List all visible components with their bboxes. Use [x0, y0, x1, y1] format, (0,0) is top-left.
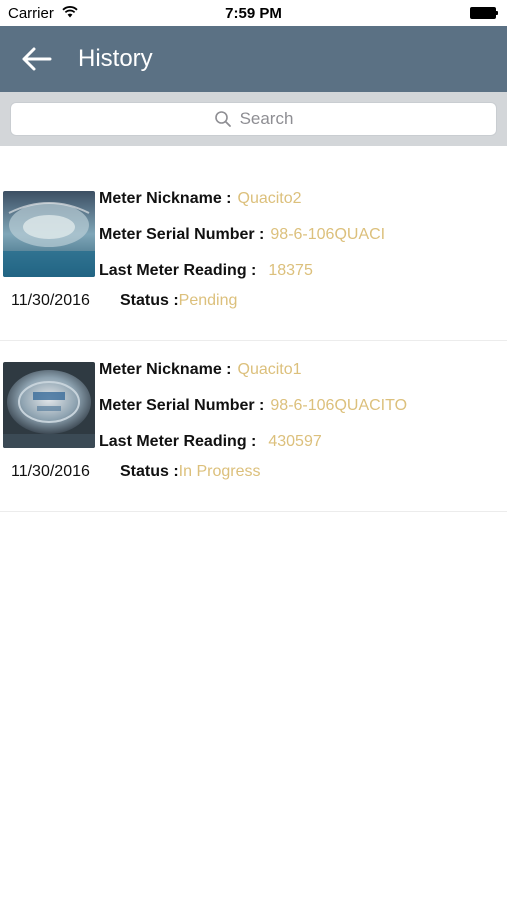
- status-label: Status :: [120, 292, 179, 309]
- reading-value: 430597: [268, 433, 322, 450]
- page-title: History: [78, 45, 153, 72]
- status-bar: Carrier 7:59 PM: [0, 0, 507, 26]
- list-item[interactable]: Meter Nickname : Quacito2 Meter Serial Nu…: [0, 170, 507, 341]
- nickname-label: Meter Nickname :: [99, 190, 232, 207]
- reading-label: Last Meter Reading :: [99, 262, 257, 279]
- nickname-value: Quacito1: [237, 361, 302, 378]
- status-badge: Pending: [178, 292, 238, 309]
- reading-line: Last Meter Reading : 18375: [99, 262, 313, 280]
- search-placeholder: Search: [239, 109, 294, 128]
- nickname-value: Quacito2: [237, 190, 302, 207]
- serial-label: Meter Serial Number :: [99, 226, 265, 243]
- meter-photo: [3, 191, 95, 277]
- serial-value: 98-6-106QUACITO: [270, 397, 408, 414]
- navigation-bar: History: [0, 26, 507, 92]
- history-list: Meter Nickname : Quacito2 Meter Serial Nu…: [0, 170, 507, 512]
- serial-line: Meter Serial Number : 98-6-106QUACI: [99, 226, 385, 244]
- battery-icon: [470, 7, 499, 19]
- nickname-line: Meter Nickname : Quacito1: [99, 361, 302, 379]
- serial-line: Meter Serial Number : 98-6-106QUACITO: [99, 397, 407, 415]
- back-button[interactable]: [18, 40, 58, 78]
- search-icon: [214, 111, 231, 127]
- status-line: Status :Pending: [120, 292, 237, 310]
- date: 11/30/2016: [11, 463, 90, 480]
- reading-line: Last Meter Reading : 430597: [99, 433, 322, 451]
- status-label: Status :: [120, 463, 179, 480]
- search-input[interactable]: Search: [10, 102, 497, 136]
- reading-label: Last Meter Reading :: [99, 433, 257, 450]
- status-line: Status :In Progress: [120, 463, 260, 481]
- date: 11/30/2016: [11, 292, 90, 309]
- nickname-line: Meter Nickname : Quacito2: [99, 190, 302, 208]
- reading-value: 18375: [268, 262, 313, 279]
- nickname-label: Meter Nickname :: [99, 361, 232, 378]
- serial-label: Meter Serial Number :: [99, 397, 265, 414]
- serial-value: 98-6-106QUACI: [270, 226, 386, 243]
- status-badge: In Progress: [178, 463, 261, 480]
- meter-photo: [3, 362, 95, 448]
- back-arrow-icon: [22, 47, 52, 71]
- list-item[interactable]: Meter Nickname : Quacito1 Meter Serial Nu…: [0, 341, 507, 512]
- search-bar: Search: [0, 92, 507, 146]
- clock: 7:59 PM: [225, 5, 282, 22]
